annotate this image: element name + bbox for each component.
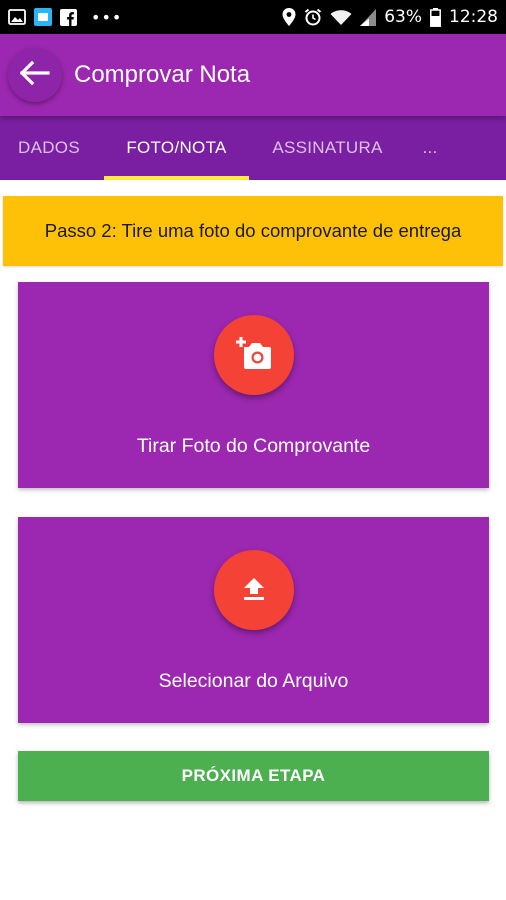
facebook-icon (60, 8, 77, 26)
back-button[interactable] (8, 48, 62, 102)
app-bar: Comprovar Nota (0, 34, 506, 116)
tab-bar: DADOS FOTO/NOTA ASSINATURA ... (0, 116, 506, 180)
tab-dados[interactable]: DADOS (0, 116, 98, 180)
step-banner: Passo 2: Tire uma foto do comprovante de… (3, 196, 503, 266)
app-icon (34, 8, 52, 26)
status-bar: ••• 63% 12:28 (0, 0, 506, 34)
alarm-icon (304, 8, 322, 26)
more-notifications: ••• (91, 7, 123, 27)
tab-assinatura[interactable]: ASSINATURA (255, 116, 400, 180)
battery-percent: 63% (384, 7, 422, 27)
take-photo-card[interactable]: Tirar Foto do Comprovante (18, 282, 489, 488)
take-photo-label: Tirar Foto do Comprovante (136, 435, 371, 457)
location-icon (282, 8, 296, 26)
add-photo-icon (234, 335, 274, 376)
clock: 12:28 (449, 7, 498, 27)
signal-icon (360, 8, 377, 26)
take-photo-fab[interactable] (213, 315, 294, 395)
battery-icon (430, 7, 441, 27)
arrow-left-icon (19, 60, 50, 90)
tab-foto-nota[interactable]: FOTO/NOTA (104, 116, 249, 180)
status-bar-right: 63% 12:28 (282, 7, 498, 27)
tab-more[interactable]: ... (400, 116, 460, 180)
select-file-label: Selecionar do Arquivo (158, 670, 349, 692)
upload-icon (240, 574, 268, 607)
wifi-icon (330, 9, 352, 26)
gallery-icon (8, 9, 26, 25)
select-file-fab[interactable] (213, 550, 294, 630)
status-bar-left: ••• (8, 8, 122, 27)
next-step-button[interactable]: PRÓXIMA ETAPA (18, 751, 489, 801)
select-file-card[interactable]: Selecionar do Arquivo (18, 517, 489, 723)
page-title: Comprovar Nota (74, 61, 251, 88)
